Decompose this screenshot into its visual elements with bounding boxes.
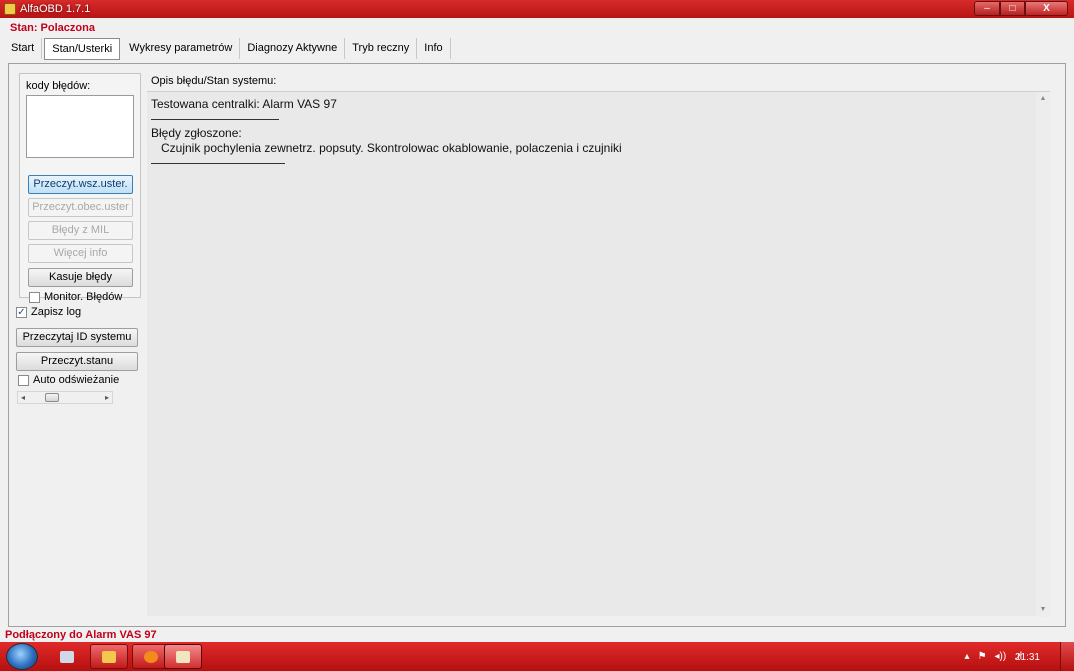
tab-wykresy-parametrow[interactable]: Wykresy parametrów xyxy=(122,38,241,59)
refresh-slider[interactable]: ◂ ▸ xyxy=(17,391,113,404)
separator xyxy=(151,163,285,164)
system-tray: ▴ ⚑ ◂)) .ıl xyxy=(957,642,1022,671)
error-codes-list[interactable] xyxy=(26,95,134,158)
mil-errors-button[interactable]: Błędy z MIL xyxy=(28,221,133,240)
description-area[interactable]: Testowana centralki: Alarm VAS 97 Błędy … xyxy=(147,91,1050,617)
description-label: Opis błędu/Stan systemu: xyxy=(151,75,277,87)
volume-icon[interactable]: ◂)) xyxy=(995,651,1007,662)
tab-content: kody błędów: Przeczyt.wsz.uster. Przeczy… xyxy=(8,63,1066,627)
read-all-errors-button[interactable]: Przeczyt.wsz.uster. xyxy=(28,175,133,194)
scroll-down-icon[interactable]: ▼ xyxy=(1036,603,1050,617)
minimize-button[interactable]: – xyxy=(974,1,1000,16)
auto-refresh-checkbox[interactable]: Auto odświeżanie xyxy=(18,374,119,386)
taskbar-explorer[interactable] xyxy=(90,644,128,669)
separator xyxy=(151,119,279,120)
tab-bar: Start Stan/Usterki Wykresy parametrów Di… xyxy=(4,38,451,60)
alfaobd-icon xyxy=(176,650,190,663)
save-log-label: Zapisz log xyxy=(31,306,82,318)
tab-stan-usterki[interactable]: Stan/Usterki xyxy=(44,38,121,60)
description-text: Testowana centralki: Alarm VAS 97 Błędy … xyxy=(151,97,622,170)
taskbar-alfaobd[interactable] xyxy=(164,644,202,669)
tab-tryb-reczny[interactable]: Tryb reczny xyxy=(345,38,418,59)
folder-icon xyxy=(102,650,116,663)
tab-info[interactable]: Info xyxy=(417,38,451,59)
title-bar: AlfaOBD 1.7.1 – □ X xyxy=(0,0,1074,18)
save-log-checkbox[interactable]: ✓ Zapisz log xyxy=(16,306,81,318)
read-current-errors-button[interactable]: Przeczyt.obec.uster xyxy=(28,198,133,217)
clear-errors-button[interactable]: Kasuje błędy xyxy=(28,268,133,287)
read-system-id-button[interactable]: Przeczytaj ID systemu xyxy=(16,328,138,347)
read-state-button[interactable]: Przeczyt.stanu xyxy=(16,352,138,371)
slider-right-arrow-icon[interactable]: ▸ xyxy=(102,392,112,403)
connection-status: Stan: Polaczona xyxy=(10,22,95,34)
reported-errors-label: Błędy zgłoszone: xyxy=(151,126,242,140)
maximize-button[interactable]: □ xyxy=(1000,1,1025,16)
tab-start[interactable]: Start xyxy=(4,38,43,59)
monitor-errors-label: Monitor. Błędów xyxy=(44,291,123,303)
window-switcher-icon xyxy=(60,650,74,663)
reported-error-item: Czujnik pochylenia zewnetrz. popsuty. Sk… xyxy=(151,141,622,155)
tray-expand-icon[interactable]: ▴ xyxy=(965,651,970,662)
slider-left-arrow-icon[interactable]: ◂ xyxy=(18,392,28,403)
auto-refresh-label: Auto odświeżanie xyxy=(33,374,120,386)
start-button[interactable] xyxy=(6,643,38,670)
monitor-errors-checkbox[interactable]: Monitor. Błędów xyxy=(29,291,122,303)
error-codes-label: kody błędów: xyxy=(26,80,91,92)
window-title: AlfaOBD 1.7.1 xyxy=(20,3,91,15)
tested-unit-line: Testowana centralki: Alarm VAS 97 xyxy=(151,97,337,111)
window-controls: – □ X xyxy=(974,1,1068,16)
checkbox-box[interactable] xyxy=(29,291,40,303)
tab-diagnozy-aktywne[interactable]: Diagnozy Aktywne xyxy=(240,38,346,59)
vertical-scrollbar[interactable]: ▲ ▼ xyxy=(1036,92,1050,617)
taskbar: ▴ ⚑ ◂)) .ıl 21:31 xyxy=(0,642,1074,671)
clock[interactable]: 21:31 xyxy=(1015,652,1040,663)
firefox-icon xyxy=(144,650,158,663)
bottom-status: Podłączony do Alarm VAS 97 xyxy=(5,629,157,641)
more-info-button[interactable]: Więcej info xyxy=(28,244,133,263)
error-codes-group: kody błędów: Przeczyt.wsz.uster. Przeczy… xyxy=(19,73,141,303)
close-button[interactable]: X xyxy=(1025,1,1068,16)
checkbox-box[interactable] xyxy=(18,374,29,386)
taskbar-show-windows[interactable] xyxy=(48,644,86,669)
action-center-flag-icon[interactable]: ⚑ xyxy=(978,651,987,662)
app-icon xyxy=(4,3,16,15)
scroll-up-icon[interactable]: ▲ xyxy=(1036,92,1050,106)
show-desktop-button[interactable] xyxy=(1060,642,1074,671)
slider-thumb[interactable] xyxy=(45,393,59,402)
checkmark-icon[interactable]: ✓ xyxy=(16,306,27,318)
